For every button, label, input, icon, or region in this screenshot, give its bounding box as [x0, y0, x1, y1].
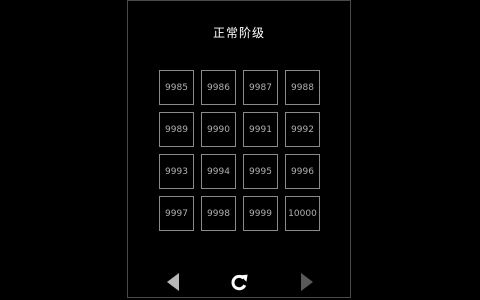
reset-button[interactable]	[229, 271, 249, 293]
level-cell[interactable]: 9990	[201, 112, 236, 147]
page-title: 正常阶级	[212, 26, 265, 40]
level-cell[interactable]: 9985	[159, 70, 194, 105]
level-cell[interactable]: 9997	[159, 196, 194, 231]
level-cell[interactable]: 9992	[285, 112, 320, 147]
level-cell[interactable]: 9987	[243, 70, 278, 105]
triangle-left-icon	[167, 273, 179, 291]
level-grid: 9985 9986 9987 9988 9989 9990 9991 9992 …	[159, 70, 320, 231]
level-cell[interactable]: 9994	[201, 154, 236, 189]
level-cell[interactable]: 9995	[243, 154, 278, 189]
level-select-panel: 正常阶级 9985 9986 9987 9988 9989 9990 9991 …	[127, 0, 351, 298]
triangle-right-icon	[301, 273, 313, 291]
next-page-button[interactable]	[297, 271, 317, 293]
level-cell[interactable]: 9998	[201, 196, 236, 231]
prev-page-button[interactable]	[163, 271, 183, 293]
level-cell[interactable]: 9989	[159, 112, 194, 147]
level-cell[interactable]: 9991	[243, 112, 278, 147]
refresh-icon	[231, 274, 248, 291]
level-cell[interactable]: 9999	[243, 196, 278, 231]
level-cell[interactable]: 9986	[201, 70, 236, 105]
level-cell[interactable]: 9988	[285, 70, 320, 105]
level-cell[interactable]: 10000	[285, 196, 320, 231]
level-cell[interactable]: 9996	[285, 154, 320, 189]
level-cell[interactable]: 9993	[159, 154, 194, 189]
